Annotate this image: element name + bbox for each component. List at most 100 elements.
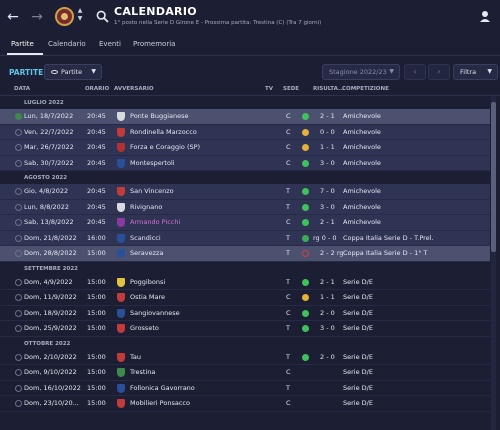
club-logo[interactable] bbox=[55, 7, 74, 26]
match-opponent[interactable]: Forza e Coraggio (SP) bbox=[130, 143, 200, 151]
match-time: 20:45 bbox=[87, 112, 106, 120]
table-row[interactable]: Dom, 9/10/2022 15:00 Trestina C Serie D/E bbox=[0, 365, 490, 381]
column-header-avversario[interactable]: AVVERSARIO bbox=[114, 86, 154, 92]
match-date: Dom, 2/10/2022 bbox=[24, 352, 77, 361]
scrollbar[interactable] bbox=[491, 96, 496, 430]
search-icon[interactable] bbox=[96, 10, 109, 23]
match-venue: C bbox=[286, 143, 291, 151]
match-time: 20:45 bbox=[87, 187, 106, 195]
match-result: 2 - 0 bbox=[320, 308, 335, 317]
match-opponent[interactable]: Scandicci bbox=[130, 234, 161, 242]
checkmark-icon bbox=[15, 113, 22, 120]
tab-partite[interactable]: Partite bbox=[11, 40, 34, 48]
match-opponent[interactable]: Tau bbox=[130, 353, 141, 361]
season-dropdown[interactable]: Stagione 2022/23 ▼ bbox=[322, 64, 400, 80]
active-tab-indicator bbox=[7, 53, 43, 55]
result-status-icon bbox=[302, 188, 309, 195]
match-opponent[interactable]: San Vincenzo bbox=[130, 187, 174, 195]
match-venue: C bbox=[286, 308, 291, 317]
table-row[interactable]: Dom, 23/10/20... 15:00 Mobilieri Ponsacco C… bbox=[0, 396, 490, 412]
match-opponent[interactable]: Ponte Buggianese bbox=[130, 112, 189, 120]
table-row[interactable]: Dom, 11/9/2022 15:00 Ostia Mare C 1 - 1 Serie… bbox=[0, 290, 490, 306]
match-result: 2 - 1 bbox=[320, 112, 335, 120]
table-row[interactable]: Dom, 25/9/2022 15:00 Grosseto T 3 - 0 Serie D… bbox=[0, 321, 490, 337]
club-switch-chevron-icon[interactable]: ▲ ▼ bbox=[76, 7, 84, 25]
table-row[interactable]: Sab, 30/7/2022 20:45 Montespertoli C 3 - 0 Am… bbox=[0, 155, 490, 171]
status-circle-icon bbox=[15, 219, 22, 226]
club-crest-icon bbox=[117, 324, 125, 333]
status-circle-icon bbox=[15, 203, 22, 211]
manager-profile-icon[interactable] bbox=[478, 9, 492, 23]
match-opponent[interactable]: Sangiovannese bbox=[130, 309, 180, 317]
match-opponent[interactable]: Ostia Mare bbox=[130, 293, 165, 301]
table-row[interactable]: Lun, 18/7/2022 20:45 Ponte Buggianese C 2 - … bbox=[0, 109, 490, 125]
table-row[interactable]: Ven, 22/7/2022 20:45 Rondinella Marzocco C 0… bbox=[0, 124, 490, 140]
match-opponent[interactable]: Montespertoli bbox=[130, 159, 175, 167]
match-time: 15:00 bbox=[87, 368, 106, 376]
table-row[interactable]: Sab, 13/8/2022 20:45 Armando Picchi C 2 - 1 A… bbox=[0, 215, 490, 231]
match-competition: Coppa Italia Serie D - 1° T bbox=[343, 249, 428, 257]
previous-season-button[interactable]: ‹ bbox=[404, 64, 426, 80]
filter-dropdown[interactable]: Filtra ▼ bbox=[453, 64, 498, 80]
table-row[interactable]: Mar, 26/7/2022 20:45 Forza e Coraggio (SP)… bbox=[0, 140, 490, 156]
match-result: 2 - 1 bbox=[320, 218, 335, 226]
status-circle-icon bbox=[15, 400, 22, 407]
match-date: Ven, 22/7/2022 bbox=[24, 127, 74, 136]
club-crest-icon bbox=[117, 352, 125, 362]
match-opponent[interactable]: Trestina bbox=[130, 368, 155, 376]
view-dropdown-label: Partite bbox=[61, 68, 83, 76]
column-header-risultato[interactable]: RISULTA... bbox=[313, 86, 344, 92]
table-row[interactable]: Lun, 8/8/2022 20:45 Rivignano T 3 - 0 Amichev… bbox=[0, 199, 490, 215]
match-opponent[interactable]: Rondinella Marzocco bbox=[130, 128, 197, 136]
column-header-tv[interactable]: TV bbox=[265, 86, 273, 92]
column-header-sede[interactable]: SEDE bbox=[283, 86, 299, 92]
match-time: 15:00 bbox=[87, 383, 106, 392]
match-venue: C bbox=[286, 293, 291, 301]
match-opponent[interactable]: Seravezza bbox=[130, 249, 163, 257]
table-row[interactable]: Dom, 4/9/2022 15:00 Poggibonsi T 2 - 1 Serie … bbox=[0, 275, 490, 290]
table-row[interactable]: Dom, 28/8/2022 15:00 Seravezza T 2 - 2 rg Cop… bbox=[0, 246, 490, 262]
match-opponent[interactable]: Grosseto bbox=[130, 324, 159, 332]
chevron-down-icon: ▼ bbox=[487, 68, 492, 75]
table-row[interactable]: Dom, 2/10/2022 15:00 Tau T 2 - 0 Serie D/E bbox=[0, 350, 490, 365]
match-venue: C bbox=[286, 127, 291, 136]
match-opponent[interactable]: Poggibonsi bbox=[130, 278, 165, 286]
match-date: Dom, 25/9/2022 bbox=[24, 324, 77, 332]
table-row[interactable]: Dom, 18/9/2022 15:00 Sangiovannese C 2 - 0 Se… bbox=[0, 306, 490, 321]
next-season-button[interactable]: › bbox=[428, 64, 450, 80]
result-status-icon bbox=[302, 159, 309, 167]
back-arrow-icon[interactable]: ← bbox=[5, 9, 21, 25]
match-result: 7 - 0 bbox=[320, 187, 335, 195]
tab-bar: Partite Calendario Eventi Promemoria bbox=[0, 36, 500, 56]
toolbar: PARTITE Partite ▼ Stagione 2022/23 ▼ ‹ ›… bbox=[0, 62, 500, 82]
month-header: SETTEMBRE 2022 bbox=[24, 265, 78, 272]
table-row[interactable]: Gio, 4/8/2022 20:45 San Vincenzo T 7 - 0 Amic… bbox=[0, 184, 490, 200]
tab-eventi[interactable]: Eventi bbox=[99, 40, 121, 48]
match-opponent[interactable]: Follonica Gavorrano bbox=[130, 384, 195, 392]
column-header-competizione[interactable]: COMPETIZIONE bbox=[342, 86, 389, 92]
scrollbar-thumb[interactable] bbox=[491, 102, 496, 252]
view-dropdown[interactable]: Partite ▼ bbox=[44, 64, 102, 80]
match-opponent[interactable]: Armando Picchi bbox=[130, 218, 180, 226]
column-header-orario[interactable]: ORARIO bbox=[85, 86, 109, 92]
match-venue: T bbox=[286, 383, 290, 392]
result-status-icon bbox=[302, 128, 309, 136]
club-crest-icon bbox=[117, 277, 125, 287]
match-competition: Amichevole bbox=[343, 112, 381, 120]
status-circle-icon bbox=[15, 188, 22, 195]
column-header-data[interactable]: DATA bbox=[14, 86, 30, 92]
forward-arrow-icon[interactable]: → bbox=[29, 9, 45, 25]
match-opponent[interactable]: Mobilieri Ponsacco bbox=[130, 399, 190, 407]
match-competition: Serie D/E bbox=[343, 277, 373, 286]
tab-promemoria[interactable]: Promemoria bbox=[133, 40, 175, 48]
match-competition: Coppa Italia Serie D - T.Prel. bbox=[343, 233, 434, 242]
page-subtitle: 1° posto nella Serie D Girone E - Prossi… bbox=[114, 20, 322, 26]
match-competition: Amichevole bbox=[343, 127, 381, 136]
eye-icon bbox=[51, 70, 58, 74]
table-row[interactable]: Dom, 16/10/2022 15:00 Follonica Gavorrano T… bbox=[0, 381, 490, 396]
match-date: Mar, 26/7/2022 bbox=[24, 143, 74, 151]
page-title: CALENDARIO bbox=[114, 5, 197, 18]
table-row[interactable]: Dom, 21/8/2022 16:00 Scandicci Trg 0 - 0 Cop… bbox=[0, 230, 490, 246]
match-opponent[interactable]: Rivignano bbox=[130, 203, 162, 211]
tab-calendario[interactable]: Calendario bbox=[48, 40, 86, 48]
